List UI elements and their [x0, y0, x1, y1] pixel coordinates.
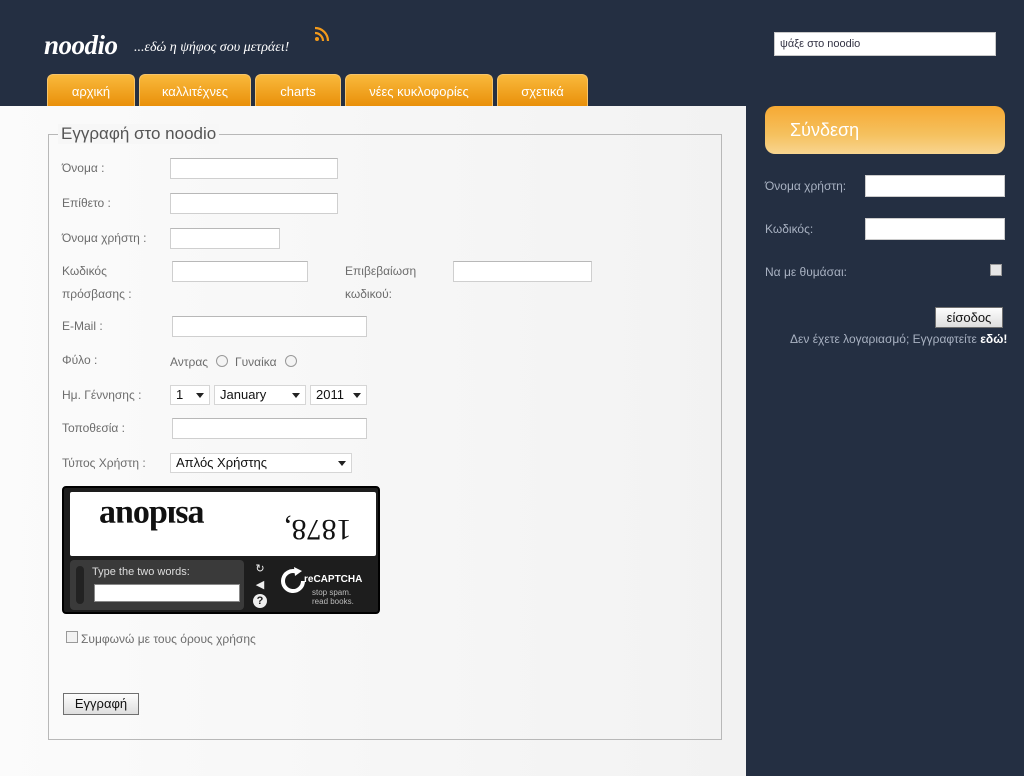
confirm-password-field[interactable]: [453, 261, 592, 282]
captcha-image: ɐsıdouɐ 1878,: [70, 492, 376, 556]
register-button[interactable]: Εγγραφή: [63, 693, 139, 715]
username-field[interactable]: [170, 228, 280, 249]
logo[interactable]: noodio: [44, 30, 118, 61]
email-field[interactable]: [172, 316, 367, 337]
recaptcha-tagline-1: stop spam.: [312, 588, 352, 597]
last-name-field[interactable]: [170, 193, 338, 214]
chevron-down-icon: [353, 393, 361, 398]
tagline: ...εδώ η ψήφος σου μετράει!: [134, 40, 290, 55]
username-label: Όνομα χρήστη :: [62, 231, 147, 245]
birthdate-label: Ημ. Γέννησης :: [62, 388, 142, 402]
gender-female-radio[interactable]: [285, 355, 297, 367]
recaptcha-tagline-2: read books.: [312, 597, 354, 606]
no-account-text: Δεν έχετε λογαριασμό; Εγγραφτείτε εδώ!: [790, 332, 1007, 346]
email-label: E-Mail :: [62, 319, 103, 333]
login-title: Σύνδεση: [765, 106, 1005, 154]
gender-label: Φύλο :: [62, 353, 98, 367]
login-button[interactable]: είσοδος: [935, 307, 1003, 328]
captcha-buttons: ↻ ◀ ?: [250, 560, 270, 610]
captcha-answer-area: Type the two words:: [70, 560, 244, 610]
remember-me-label: Να με θυμάσαι:: [765, 265, 847, 279]
location-field[interactable]: [172, 418, 367, 439]
birth-year-select[interactable]: 2011: [310, 385, 367, 405]
terms-checkbox[interactable]: [66, 631, 78, 643]
recaptcha-brand-text: reCAPTCHA: [304, 574, 363, 585]
no-account-message: Δεν έχετε λογαριασμό; Εγγραφτείτε: [790, 332, 977, 346]
login-password-field[interactable]: [865, 218, 1005, 240]
location-label: Τοποθεσία :: [62, 421, 125, 435]
chevron-down-icon: [338, 461, 346, 466]
help-icon[interactable]: ?: [253, 594, 267, 608]
gender-male-label: Αντρας: [170, 355, 209, 369]
audio-icon[interactable]: ◀: [253, 578, 267, 592]
birth-day-select[interactable]: 1: [170, 385, 210, 405]
captcha-prompt: Type the two words:: [92, 566, 190, 578]
search-input[interactable]: [774, 32, 996, 56]
rss-icon[interactable]: [314, 26, 330, 42]
last-name-label: Επίθετο :: [62, 196, 111, 210]
birth-day-value: 1: [176, 387, 184, 402]
captcha-bar: [76, 566, 84, 604]
tab-new-releases[interactable]: νέες κυκλοφορίες: [345, 74, 493, 106]
birth-year-value: 2011: [316, 387, 344, 402]
password-field[interactable]: [172, 261, 308, 282]
recaptcha-brand: reCAPTCHA stop spam. read books.: [278, 560, 374, 610]
tab-about[interactable]: σχετικά: [497, 74, 588, 106]
chevron-down-icon: [292, 393, 300, 398]
tab-artists[interactable]: καλλιτέχνες: [139, 74, 251, 106]
chevron-down-icon: [196, 393, 204, 398]
gender-male-radio[interactable]: [216, 355, 228, 367]
captcha-input[interactable]: [94, 584, 240, 602]
captcha-number: 1878,: [284, 513, 352, 546]
confirm-password-label-line2: κωδικού:: [345, 287, 392, 301]
password-label: Κωδικός: [62, 264, 107, 278]
register-title: Εγγραφή στο noodio: [58, 124, 220, 144]
first-name-field[interactable]: [170, 158, 338, 179]
birth-month-value: January: [220, 387, 267, 402]
tab-charts[interactable]: charts: [255, 74, 341, 106]
gender-female-label: Γυναίκα: [235, 355, 277, 369]
tab-home[interactable]: αρχική: [47, 74, 135, 106]
recaptcha-widget: ɐsıdouɐ 1878, Type the two words: ↻ ◀ ? …: [62, 486, 380, 614]
birth-month-select[interactable]: January: [214, 385, 306, 405]
password-label-line2: πρόσβασης :: [62, 287, 132, 301]
refresh-icon[interactable]: ↻: [253, 562, 267, 576]
user-type-value: Απλός Χρήστης: [176, 455, 267, 470]
login-password-label: Κωδικός:: [765, 222, 814, 236]
login-username-label: Όνομα χρήστη:: [765, 179, 847, 193]
user-type-select[interactable]: Απλός Χρήστης: [170, 453, 352, 473]
confirm-password-label: Επιβεβαίωση: [345, 264, 417, 278]
captcha-word: ɐsıdouɐ: [100, 499, 205, 536]
register-fieldset: [48, 134, 722, 740]
terms-label: Συμφωνώ με τους όρους χρήσης: [81, 632, 256, 646]
user-type-label: Τύπος Χρήστη :: [62, 456, 146, 470]
first-name-label: Όνομα :: [62, 161, 105, 175]
remember-me-checkbox[interactable]: [990, 264, 1002, 276]
login-username-field[interactable]: [865, 175, 1005, 197]
register-link[interactable]: εδώ!: [980, 332, 1007, 346]
